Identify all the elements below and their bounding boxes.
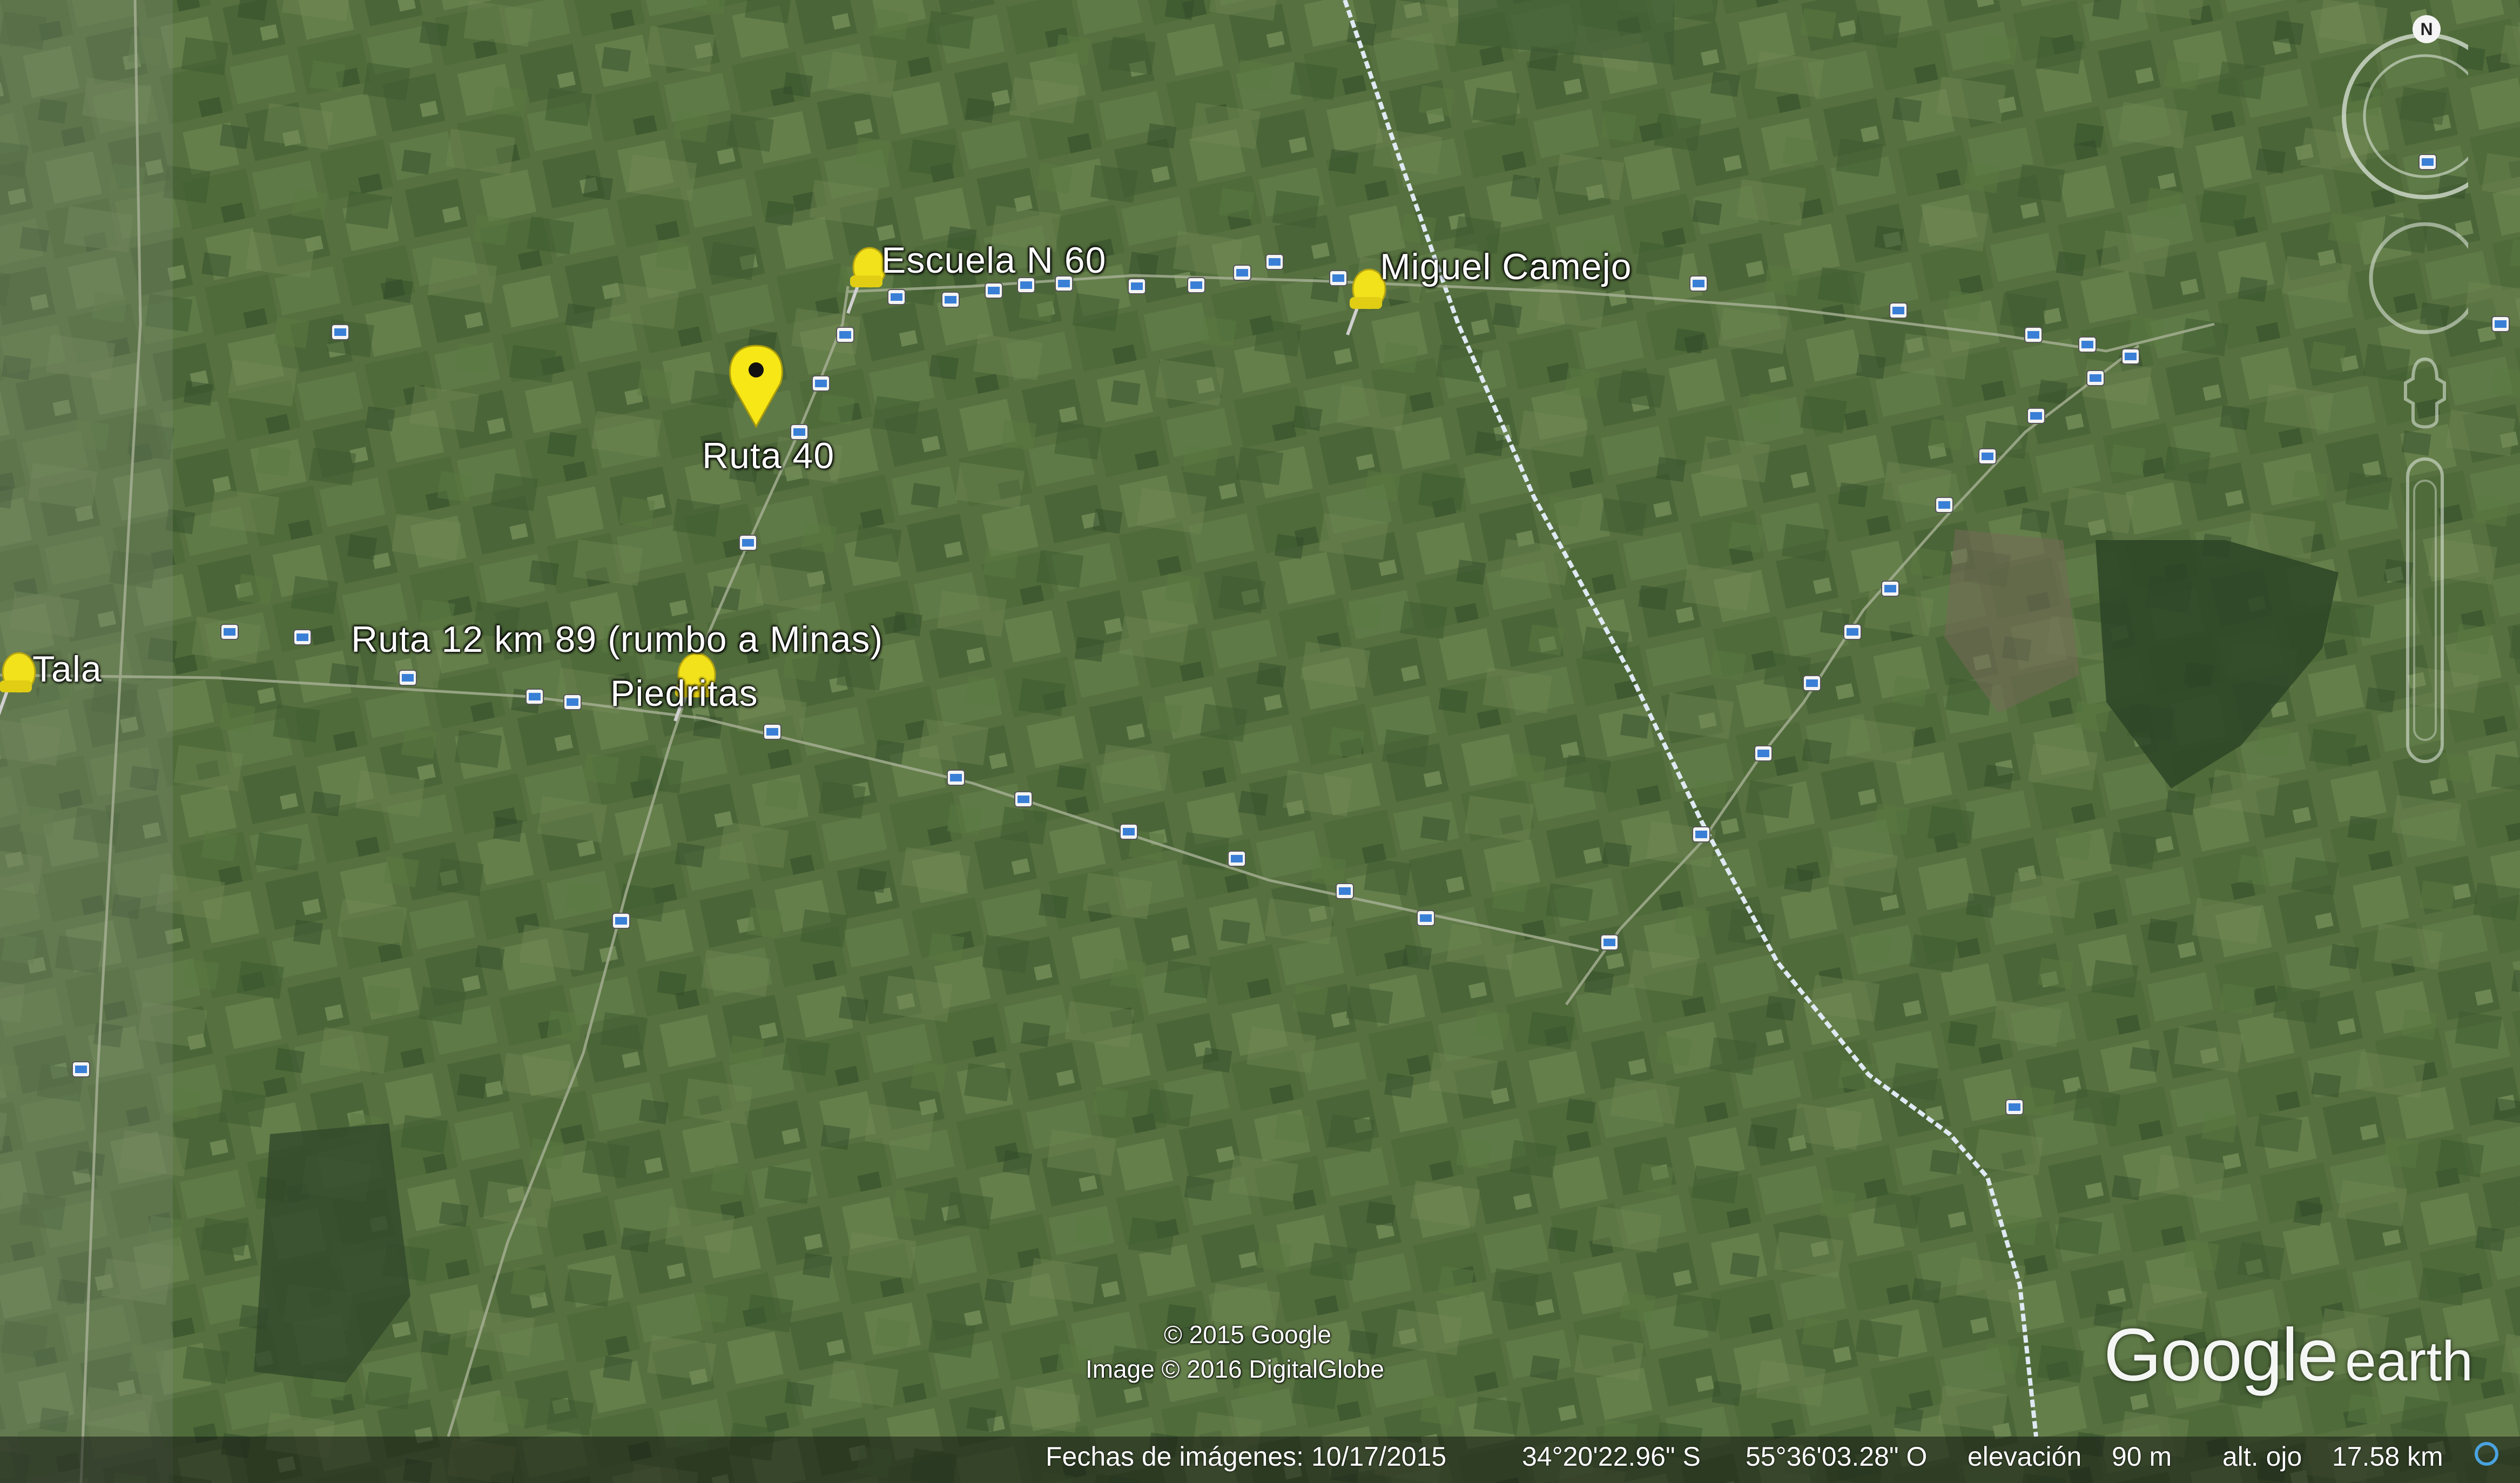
placemark-label-miguel-camejo[interactable]: Miguel Camejo bbox=[1380, 248, 1632, 285]
north-icon: N bbox=[2420, 19, 2433, 39]
compass-north-button[interactable]: N bbox=[2413, 15, 2441, 43]
elevation-label: elevación bbox=[1968, 1441, 2082, 1472]
latitude-readout: 34°20'22.96" S bbox=[1522, 1441, 1701, 1472]
imagery-date: Fechas de imágenes: 10/17/2015 bbox=[1046, 1441, 1447, 1472]
longitude-readout: 55°36'03.28" O bbox=[1746, 1441, 1928, 1472]
compass-ring[interactable] bbox=[2342, 33, 2468, 199]
loading-indicator-icon bbox=[2475, 1442, 2498, 1466]
imagery-copyright: Image © 2016 DigitalGlobe bbox=[1086, 1355, 1384, 1383]
pushpin-icon bbox=[846, 247, 887, 314]
pushpin-icon bbox=[0, 652, 36, 716]
map-view[interactable]: Escuela N 60 Miguel Camejo Ruta 40 Tala … bbox=[0, 0, 2520, 1483]
placemark-icons bbox=[0, 247, 1386, 722]
placemark-label-ruta-12[interactable]: Ruta 12 km 89 (rumbo a Minas) bbox=[351, 621, 883, 658]
elevation-value: 90 m bbox=[2112, 1441, 2172, 1472]
placemark-label-piedritas[interactable]: Piedritas bbox=[610, 675, 758, 712]
look-joystick-icon[interactable] bbox=[2369, 222, 2468, 334]
placemark-label-tala[interactable]: Tala bbox=[32, 651, 102, 687]
zoom-slider[interactable] bbox=[2406, 457, 2444, 763]
eye-altitude-value: 17.58 km bbox=[2332, 1441, 2443, 1472]
placemark-label-escuela[interactable]: Escuela N 60 bbox=[881, 242, 1106, 279]
navigation-controls bbox=[2342, 33, 2468, 763]
map-pin-icon bbox=[729, 345, 783, 429]
google-copyright: © 2015 Google bbox=[1164, 1320, 1332, 1349]
placemark-label-ruta-40[interactable]: Ruta 40 bbox=[702, 437, 834, 474]
google-earth-logo: Google earth bbox=[2104, 1313, 2474, 1397]
move-joystick-icon[interactable] bbox=[2404, 357, 2446, 429]
eye-altitude-label: alt. ojo bbox=[2222, 1441, 2302, 1472]
